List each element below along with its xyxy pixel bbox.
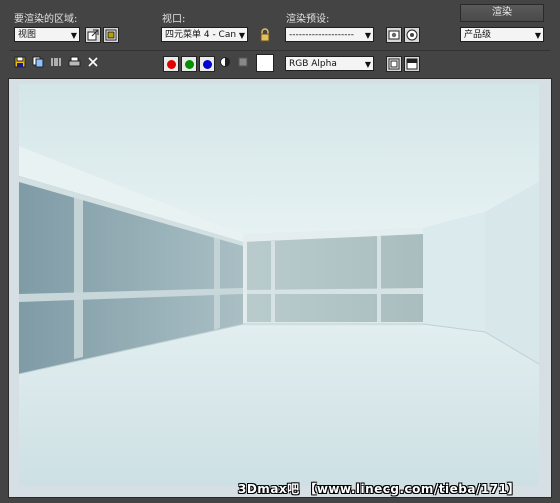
blue-channel-toggle[interactable] [199, 56, 215, 72]
edit-region-icon[interactable] [85, 27, 101, 43]
color-swatch[interactable] [256, 54, 274, 72]
copy-image-icon[interactable] [31, 56, 45, 70]
render-preset-dropdown[interactable]: -------------------- ▼ [285, 27, 374, 42]
monochrome-icon[interactable] [236, 56, 250, 70]
toolbar-divider [10, 50, 550, 51]
alpha-channel-icon[interactable] [218, 56, 232, 70]
viewport-value: 四元菜单 4 - Can [165, 30, 237, 40]
toggle-ui-overlay-icon[interactable] [386, 56, 402, 72]
clone-frame-window-icon[interactable] [49, 56, 63, 70]
render-preset-value: -------------------- [289, 30, 354, 40]
render-button[interactable]: 渲染 [460, 4, 544, 22]
chevron-down-icon: ▼ [534, 31, 541, 40]
chevron-down-icon: ▼ [70, 31, 77, 40]
environment-icon[interactable] [404, 27, 420, 43]
render-quality-dropdown[interactable]: 产品级 ▼ [460, 27, 544, 42]
chevron-down-icon: ▼ [364, 60, 371, 69]
area-to-render-label: 要渲染的区域: [14, 14, 78, 25]
red-channel-toggle[interactable] [163, 56, 179, 72]
render-preset-label: 渲染预设: [286, 14, 330, 25]
rendered-image [19, 84, 539, 486]
area-to-render-dropdown[interactable]: 视图 ▼ [14, 27, 80, 42]
render-setup-icon[interactable] [386, 27, 402, 43]
clear-icon[interactable] [86, 56, 100, 70]
channel-display-value: RGB Alpha [289, 59, 337, 69]
save-image-icon[interactable] [13, 56, 27, 70]
render-quality-value: 产品级 [464, 30, 492, 40]
chevron-down-icon: ▼ [364, 31, 371, 40]
print-image-icon[interactable] [67, 56, 81, 70]
green-channel-toggle[interactable] [181, 56, 197, 72]
auto-region-icon[interactable] [103, 27, 119, 43]
viewport-label: 视口: [162, 14, 186, 25]
area-to-render-value: 视图 [18, 30, 37, 40]
channel-display-dropdown[interactable]: RGB Alpha ▼ [285, 56, 374, 71]
chevron-down-icon: ▼ [238, 31, 245, 40]
toggle-ui-icon[interactable] [404, 56, 420, 72]
lock-icon[interactable] [258, 28, 272, 42]
watermark: 3Dmax吧 【www.linecg.com/tieba/171】 [238, 482, 520, 496]
viewport-dropdown[interactable]: 四元菜单 4 - Can ▼ [161, 27, 248, 42]
